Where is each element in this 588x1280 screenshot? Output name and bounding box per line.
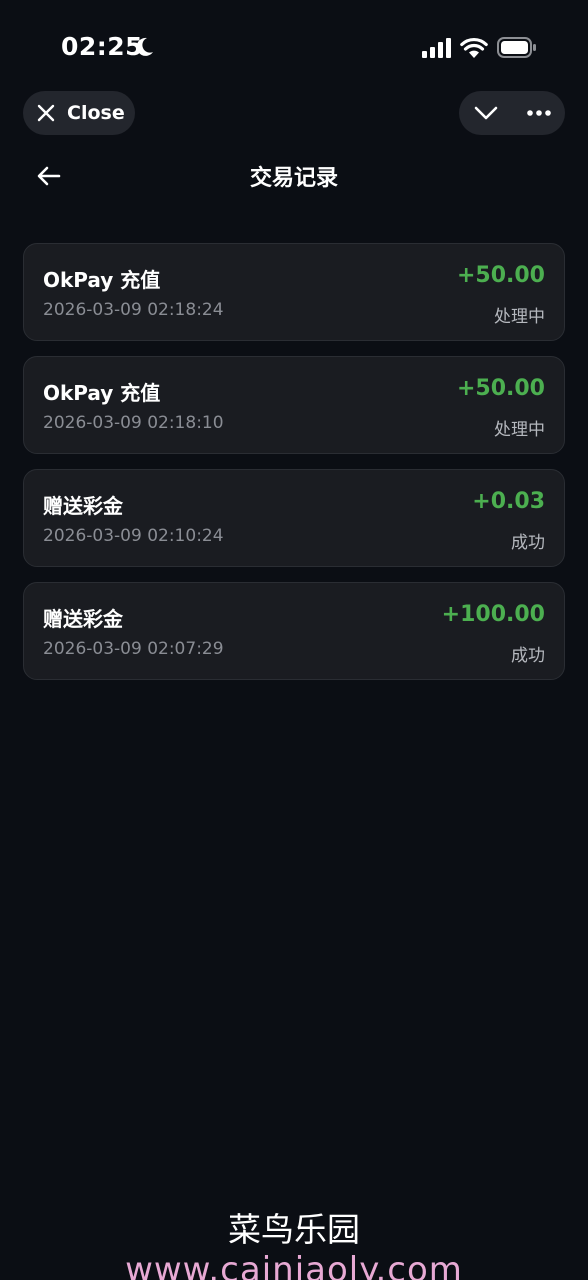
transaction-time: 2026-03-09 02:18:10: [43, 413, 224, 433]
chevron-down-icon: [474, 106, 497, 120]
status-bar: 02:25: [0, 0, 588, 90]
transaction-time: 2026-03-09 02:07:29: [43, 639, 224, 659]
transaction-title: 赠送彩金: [43, 607, 123, 631]
signal-icon: [422, 38, 451, 58]
transaction-amount: +50.00: [456, 263, 545, 288]
more-icon: [526, 110, 551, 116]
transaction-title: 赠送彩金: [43, 494, 123, 518]
transaction-title: OkPay 充值: [43, 381, 161, 405]
close-button[interactable]: Close: [23, 91, 135, 135]
transaction-card[interactable]: OkPay 充值 2026-03-09 02:18:24 +50.00 处理中: [23, 243, 565, 341]
more-button[interactable]: [512, 91, 565, 135]
transaction-amount: +0.03: [472, 489, 545, 514]
transaction-title: OkPay 充值: [43, 268, 161, 292]
transaction-card[interactable]: OkPay 充值 2026-03-09 02:18:10 +50.00 处理中: [23, 356, 565, 454]
wifi-icon: [460, 37, 488, 58]
capsule-menu: [459, 91, 565, 135]
transaction-amount: +100.00: [441, 602, 545, 627]
transaction-list: OkPay 充值 2026-03-09 02:18:24 +50.00 处理中 …: [23, 243, 565, 695]
status-time: 02:25: [61, 32, 144, 61]
close-label: Close: [67, 102, 125, 124]
battery-icon: [497, 37, 536, 58]
transaction-time: 2026-03-09 02:10:24: [43, 526, 224, 546]
transaction-status: 处理中: [494, 307, 545, 327]
screen: 02:25 Close 交易记录 OkPay 充值 2026-03-09 02:…: [0, 0, 588, 1280]
transaction-status: 处理中: [494, 420, 545, 440]
moon-icon: [136, 37, 153, 56]
transaction-amount: +50.00: [456, 376, 545, 401]
transaction-card[interactable]: 赠送彩金 2026-03-09 02:07:29 +100.00 成功: [23, 582, 565, 680]
transaction-card[interactable]: 赠送彩金 2026-03-09 02:10:24 +0.03 成功: [23, 469, 565, 567]
watermark-url: www.cainiaoly.com: [125, 1250, 463, 1280]
transaction-status: 成功: [511, 533, 545, 553]
watermark-name: 菜鸟乐园: [228, 1210, 360, 1249]
transaction-status: 成功: [511, 646, 545, 666]
page-title: 交易记录: [249, 166, 338, 191]
transaction-time: 2026-03-09 02:18:24: [43, 300, 224, 320]
minimize-button[interactable]: [459, 91, 512, 135]
close-icon: [37, 104, 55, 122]
